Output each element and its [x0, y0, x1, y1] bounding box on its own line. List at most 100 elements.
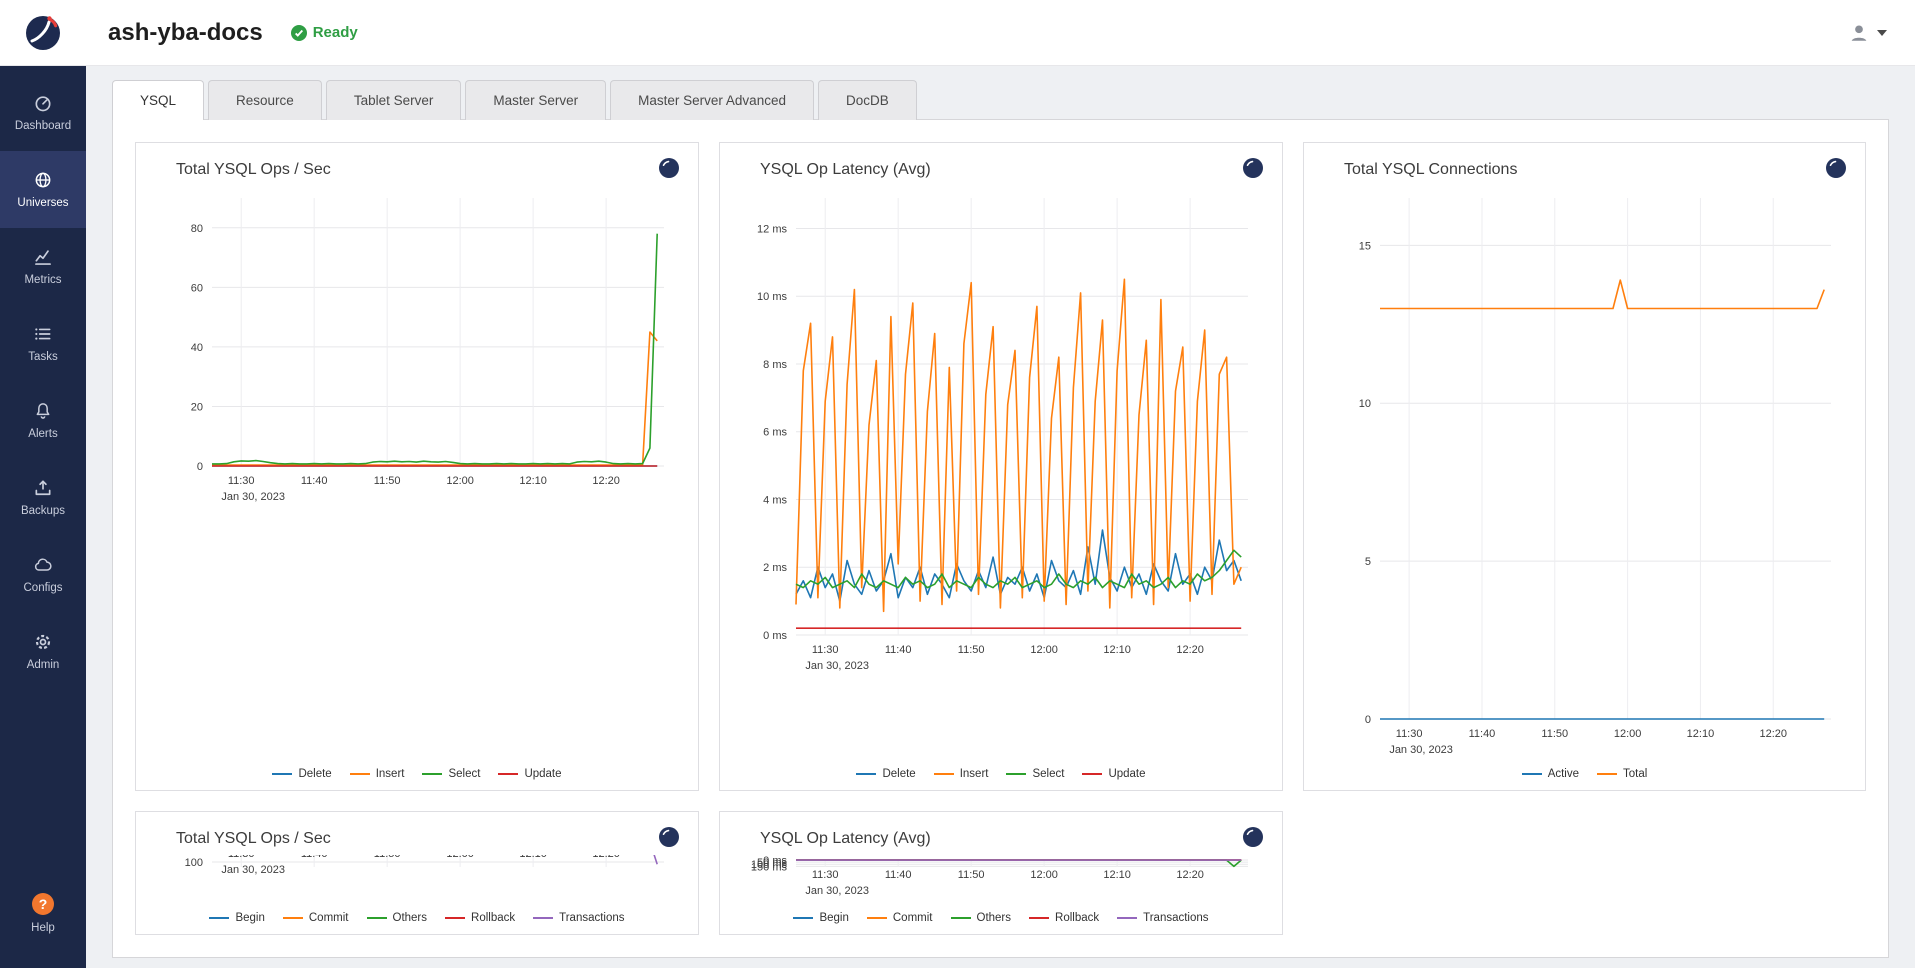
- tab-resource[interactable]: Resource: [208, 80, 322, 120]
- svg-text:80: 80: [191, 223, 203, 235]
- tab-tablet-server[interactable]: Tablet Server: [326, 80, 462, 120]
- legend-swatch: [367, 917, 387, 919]
- legend-label: Delete: [298, 768, 331, 780]
- sidebar-item-dashboard[interactable]: Dashboard: [0, 74, 86, 151]
- svg-text:11:30: 11:30: [228, 475, 255, 487]
- legend-swatch: [1006, 773, 1026, 775]
- svg-text:10: 10: [1359, 398, 1371, 410]
- legend-swatch: [1117, 917, 1137, 919]
- chart-canvas[interactable]: 0 ms2 ms4 ms6 ms8 ms10 ms12 ms11:30Jan 3…: [738, 186, 1264, 762]
- sidebar-item-label: Backups: [21, 505, 65, 517]
- legend-item-commit[interactable]: Commit: [283, 912, 349, 924]
- legend-swatch: [272, 773, 292, 775]
- sidebar-item-admin[interactable]: Admin: [0, 613, 86, 690]
- tab-master-server-advanced[interactable]: Master Server Advanced: [610, 80, 814, 120]
- legend-item-rollback[interactable]: Rollback: [445, 912, 515, 924]
- chart-options-icon[interactable]: [658, 157, 680, 184]
- sidebar-item-label: Alerts: [28, 428, 57, 440]
- top-bar: ash-yba-docs Ready: [0, 0, 1915, 66]
- chart-title: YSQL Op Latency (Avg): [738, 157, 931, 179]
- legend-item-total[interactable]: Total: [1597, 768, 1647, 780]
- legend-label: Insert: [960, 768, 989, 780]
- svg-text:11:30: 11:30: [1396, 728, 1423, 740]
- legend-item-insert[interactable]: Insert: [350, 768, 405, 780]
- svg-text:40: 40: [191, 342, 203, 354]
- svg-text:11:40: 11:40: [301, 475, 328, 487]
- chart-options-icon[interactable]: [1242, 157, 1264, 184]
- yugabyte-logo[interactable]: [0, 12, 86, 54]
- tab-label: Master Server: [493, 93, 578, 108]
- svg-text:12:20: 12:20: [1759, 728, 1787, 740]
- svg-text:Jan 30, 2023: Jan 30, 2023: [805, 885, 869, 897]
- legend-swatch: [1522, 773, 1542, 775]
- legend-item-rollback[interactable]: Rollback: [1029, 912, 1099, 924]
- legend-item-others[interactable]: Others: [367, 912, 428, 924]
- legend-item-select[interactable]: Select: [422, 768, 480, 780]
- sidebar-item-label: Universes: [17, 197, 68, 209]
- sidebar-item-help[interactable]: ? Help: [0, 875, 86, 952]
- legend-swatch: [209, 917, 229, 919]
- chart-canvas[interactable]: 02040608011:30Jan 30, 202311:4011:5012:0…: [154, 186, 680, 762]
- sidebar-item-label: Configs: [24, 582, 63, 594]
- configs-icon: [33, 555, 53, 575]
- tab-panel: Total YSQL Ops / Sec 02040608011:30Jan 3…: [112, 119, 1889, 958]
- legend-swatch: [283, 917, 303, 919]
- sidebar-item-alerts[interactable]: Alerts: [0, 382, 86, 459]
- user-menu[interactable]: [1848, 22, 1887, 44]
- chart-legend: Begin Commit Others Rollback Transactions: [154, 906, 680, 926]
- legend-item-select[interactable]: Select: [1006, 768, 1064, 780]
- legend-label: Total: [1623, 768, 1647, 780]
- status-badge: Ready: [291, 24, 358, 41]
- svg-text:12:20: 12:20: [592, 855, 620, 860]
- chart-card-ysql-latency: YSQL Op Latency (Avg) 0 ms2 ms4 ms6 ms8 …: [719, 142, 1283, 791]
- legend-item-transactions[interactable]: Transactions: [533, 912, 624, 924]
- chart-canvas[interactable]: 0 ms50 ms100 ms150 ms11:30Jan 30, 202311…: [738, 855, 1264, 906]
- svg-text:12:00: 12:00: [1030, 869, 1058, 881]
- sidebar-item-backups[interactable]: Backups: [0, 459, 86, 536]
- svg-text:60: 60: [191, 282, 203, 294]
- svg-text:12:20: 12:20: [1176, 869, 1204, 881]
- svg-text:100: 100: [185, 857, 203, 869]
- chart-options-icon[interactable]: [658, 826, 680, 853]
- chart-title: Total YSQL Ops / Sec: [154, 157, 331, 179]
- legend-item-commit[interactable]: Commit: [867, 912, 933, 924]
- chart-options-icon[interactable]: [1825, 157, 1847, 184]
- backups-icon: [33, 478, 53, 498]
- sidebar-item-universes[interactable]: Universes: [0, 151, 86, 228]
- tab-label: Resource: [236, 93, 294, 108]
- chart-legend: Delete Insert Select Update: [154, 762, 680, 782]
- svg-text:20: 20: [191, 401, 203, 413]
- legend-label: Insert: [376, 768, 405, 780]
- alerts-icon: [33, 401, 53, 421]
- sidebar-item-metrics[interactable]: Metrics: [0, 228, 86, 305]
- svg-text:12:10: 12:10: [519, 475, 547, 487]
- legend-item-update[interactable]: Update: [1082, 768, 1145, 780]
- tab-docdb[interactable]: DocDB: [818, 80, 917, 120]
- legend-item-begin[interactable]: Begin: [209, 912, 264, 924]
- user-icon: [1848, 22, 1870, 44]
- legend-item-others[interactable]: Others: [951, 912, 1012, 924]
- legend-item-insert[interactable]: Insert: [934, 768, 989, 780]
- chart-canvas[interactable]: 05010011:30Jan 30, 202311:4011:5012:0012…: [154, 855, 680, 906]
- legend-label: Select: [448, 768, 480, 780]
- legend-item-active[interactable]: Active: [1522, 768, 1579, 780]
- legend-item-begin[interactable]: Begin: [793, 912, 848, 924]
- chart-card-ysql-ops: Total YSQL Ops / Sec 02040608011:30Jan 3…: [135, 142, 699, 791]
- sidebar-item-configs[interactable]: Configs: [0, 536, 86, 613]
- tab-master-server[interactable]: Master Server: [465, 80, 606, 120]
- tab-label: YSQL: [140, 93, 176, 108]
- legend-item-transactions[interactable]: Transactions: [1117, 912, 1208, 924]
- tasks-icon: [33, 324, 53, 344]
- svg-text:11:40: 11:40: [885, 644, 912, 656]
- sidebar-item-tasks[interactable]: Tasks: [0, 305, 86, 382]
- tab-ysql[interactable]: YSQL: [112, 80, 204, 120]
- legend-item-update[interactable]: Update: [498, 768, 561, 780]
- chart-options-icon[interactable]: [1242, 826, 1264, 853]
- legend-label: Begin: [235, 912, 264, 924]
- chart-canvas[interactable]: 05101511:30Jan 30, 202311:4011:5012:0012…: [1322, 186, 1847, 762]
- legend-item-delete[interactable]: Delete: [856, 768, 915, 780]
- status-label: Ready: [313, 24, 358, 41]
- legend-item-delete[interactable]: Delete: [272, 768, 331, 780]
- chart-card-ysql-connections: Total YSQL Connections 05101511:30Jan 30…: [1303, 142, 1866, 791]
- svg-text:12:00: 12:00: [1030, 644, 1058, 656]
